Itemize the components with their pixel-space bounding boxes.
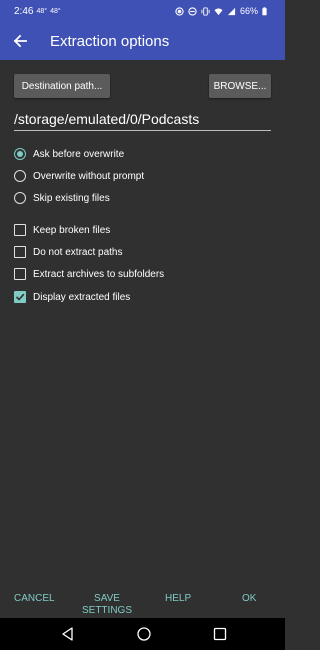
checkbox-label: Display extracted files [33,291,131,303]
wifi-icon [214,7,223,15]
nav-back-icon[interactable] [60,626,76,642]
battery-icon [262,6,267,15]
arrow-back-icon [13,34,27,48]
checkbox-label: Extract archives to subfolders [33,268,165,280]
radio-unselected-icon [14,192,26,204]
checkbox-unchecked-icon [14,268,26,280]
app-toolbar: Extraction options [0,22,285,60]
nav-recent-apps-icon[interactable] [212,626,228,642]
signal-icon [227,7,236,15]
browse-button[interactable]: BROWSE... [209,74,271,98]
checkbox-unchecked-icon [14,246,26,258]
do-not-disturb-icon [188,6,197,16]
save-settings-line2: SETTINGS [81,605,132,616]
status-bar: 2:46 48° 48° 66% [0,0,285,22]
nav-home-icon[interactable] [136,626,152,642]
radio-label: Overwrite without prompt [33,170,145,182]
checkbox-label: Keep broken files [33,224,111,236]
checkbox-display-extracted-files[interactable]: Display extracted files [14,288,130,306]
radio-ask-before-overwrite[interactable]: Ask before overwrite [14,145,124,163]
back-button[interactable] [2,22,38,60]
radio-overwrite-without-prompt[interactable]: Overwrite without prompt [14,167,144,185]
checkbox-checked-icon [14,291,26,303]
status-bar-left: 2:46 48° 48° [0,6,61,17]
cancel-button[interactable]: CANCEL [14,593,55,605]
checkbox-label: Do not extract paths [33,246,123,258]
radio-label: Ask before overwrite [33,148,125,160]
destination-path-button[interactable]: Destination path... [14,74,110,98]
system-navigation-bar [0,618,285,650]
radio-selected-icon [14,148,26,160]
page-title: Extraction options [50,32,170,50]
status-temp-1: 48° [36,7,48,15]
save-settings-line1: SAVE [94,593,120,604]
checkbox-extract-archives-to-subfolders[interactable]: Extract archives to subfolders [14,265,164,283]
radio-unselected-icon [14,170,26,182]
vibrate-icon [201,6,210,16]
status-time: 2:46 [14,5,34,17]
ok-button[interactable]: OK [242,593,256,605]
battery-percent: 66% [239,6,258,16]
checkbox-do-not-extract-paths[interactable]: Do not extract paths [14,243,123,261]
destination-path-input[interactable]: /storage/emulated/0/Podcasts [14,111,271,131]
help-button[interactable]: HELP [165,593,191,605]
radio-skip-existing-files[interactable]: Skip existing files [14,189,110,207]
save-settings-button[interactable]: SAVE SETTINGS [80,593,134,617]
status-bar-right: 66% [175,6,285,16]
checkbox-unchecked-icon [14,224,26,236]
dialog-actions: CANCEL SAVE SETTINGS HELP OK [0,588,285,618]
radio-label: Skip existing files [33,192,110,204]
checkbox-keep-broken-files[interactable]: Keep broken files [14,221,110,239]
record-icon [175,6,184,16]
status-temp-2: 48° [50,7,61,15]
